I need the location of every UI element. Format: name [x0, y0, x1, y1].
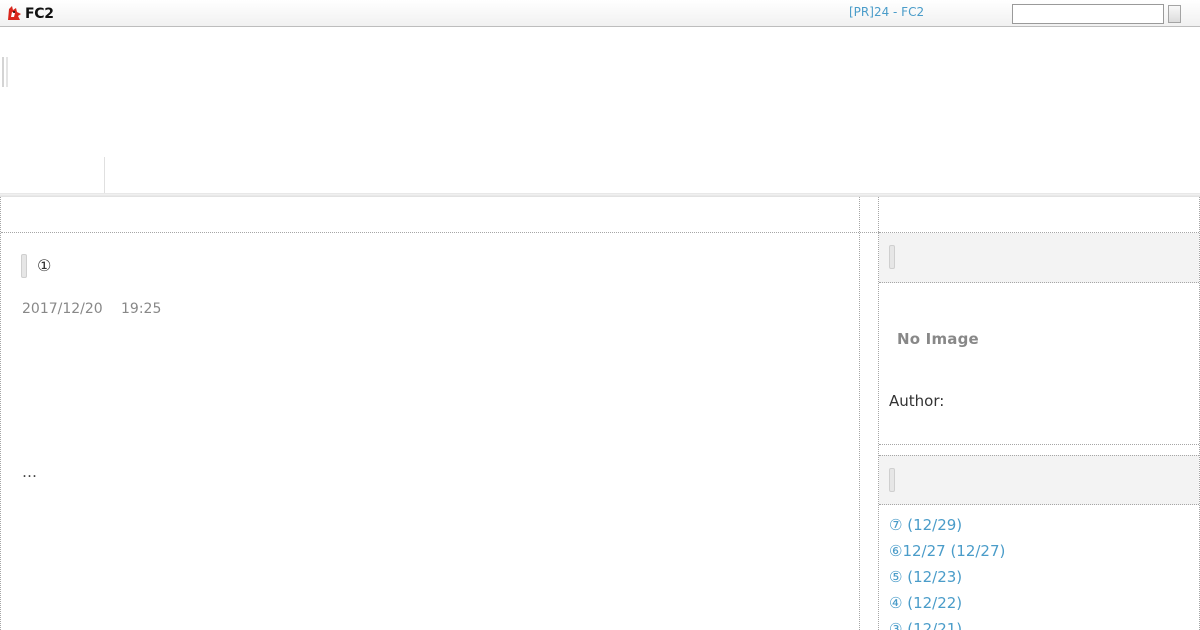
- recent-entry-link[interactable]: ③ (12/21): [889, 619, 1005, 630]
- entry-date: 2017/12/20: [22, 301, 103, 317]
- recent-entries-header: [879, 455, 1199, 505]
- recent-header-mark: [889, 468, 895, 492]
- pr-link[interactable]: [PR]24 - FC2: [849, 5, 924, 19]
- column-gap: [860, 197, 879, 630]
- recent-entry-link[interactable]: ⑤ (12/23): [889, 567, 1005, 593]
- recent-entry-link[interactable]: ④ (12/22): [889, 593, 1005, 619]
- recent-entries-list: ⑦ (12/29) ⑥12/27 (12/27) ⑤ (12/23) ④ (12…: [889, 515, 1005, 630]
- blog-header: [0, 27, 1200, 197]
- profile-box: No Image Author:: [879, 283, 1199, 445]
- sidebar-top-box: [879, 197, 1199, 233]
- gap-top-box: [860, 197, 879, 233]
- fc2-header-bar: FC2 [PR]24 - FC2: [0, 0, 1200, 27]
- entry-more-link[interactable]: …: [22, 463, 37, 481]
- author-label: Author:: [889, 392, 945, 410]
- search-input[interactable]: [1012, 4, 1164, 24]
- fc2-logo[interactable]: FC2: [6, 4, 54, 23]
- recent-entry-link[interactable]: ⑥12/27 (12/27): [889, 541, 1005, 567]
- main-column: ① 2017/12/20 19:25 …: [0, 197, 860, 630]
- sidebar: No Image Author: ⑦ (12/29) ⑥12/27 (12/27…: [878, 197, 1200, 630]
- entry-title[interactable]: ①: [37, 256, 51, 276]
- recent-entry-link[interactable]: ⑦ (12/29): [889, 515, 1005, 541]
- no-image-placeholder: No Image: [897, 330, 979, 348]
- search-button[interactable]: [1168, 5, 1181, 23]
- header-nav-separator: [104, 157, 105, 195]
- main-top-box: [1, 197, 859, 233]
- profile-header-mark: [889, 245, 895, 269]
- profile-box-header: [879, 233, 1199, 283]
- header-title-mark: [2, 57, 8, 87]
- fc2-fox-icon: [6, 5, 23, 22]
- entry-time: 19:25: [121, 301, 162, 317]
- entry-title-mark: [21, 254, 27, 278]
- fc2-logo-text: FC2: [25, 5, 54, 22]
